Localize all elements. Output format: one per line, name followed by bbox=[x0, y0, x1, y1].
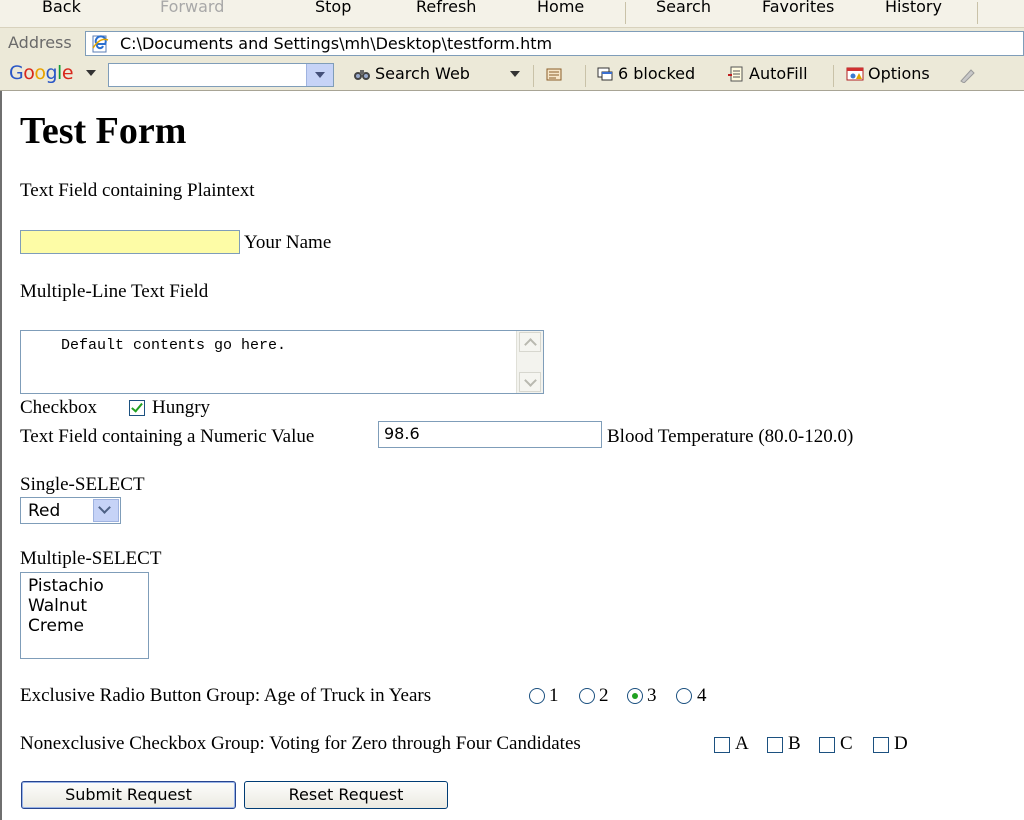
toolbar-separator bbox=[977, 2, 978, 24]
popup-blocker-icon bbox=[597, 67, 613, 81]
flavor-multi-select[interactable]: Pistachio Walnut Creme bbox=[20, 572, 149, 659]
pencil-icon bbox=[960, 69, 975, 83]
toolbar-separator bbox=[585, 65, 586, 87]
reset-button[interactable]: Reset Request bbox=[244, 781, 448, 809]
ie-page-icon bbox=[92, 35, 109, 53]
page-content: Test Form Text Field containing Plaintex… bbox=[0, 91, 1024, 820]
highlighter-button[interactable] bbox=[958, 65, 980, 84]
home-button[interactable]: Home bbox=[537, 0, 584, 16]
radio-label: 3 bbox=[647, 685, 657, 706]
radio-age-3[interactable] bbox=[627, 688, 643, 704]
stop-button[interactable]: Stop bbox=[315, 0, 351, 16]
multi-select-option[interactable]: Pistachio bbox=[28, 576, 104, 596]
checkbox-group-section-label: Nonexclusive Checkbox Group: Voting for … bbox=[20, 733, 581, 754]
toolbar-separator bbox=[533, 65, 534, 87]
history-button[interactable]: History bbox=[885, 0, 942, 16]
temperature-input[interactable]: 98.6 bbox=[378, 421, 602, 448]
radio-label: 4 bbox=[697, 685, 707, 706]
temperature-label: Blood Temperature (80.0-120.0) bbox=[607, 426, 854, 447]
candidate-label: C bbox=[840, 733, 853, 754]
news-icon bbox=[546, 68, 562, 81]
plaintext-section-label: Text Field containing Plaintext bbox=[20, 180, 255, 201]
toolbar-separator bbox=[833, 65, 834, 87]
radio-age-1[interactable] bbox=[529, 688, 545, 704]
address-url: C:\Documents and Settings\mh\Desktop\tes… bbox=[120, 34, 553, 53]
chevron-down-icon[interactable] bbox=[86, 70, 96, 76]
candidate-label: B bbox=[788, 733, 801, 754]
color-select-value: Red bbox=[28, 501, 61, 521]
popup-blocker-button[interactable]: 6 blocked bbox=[596, 64, 695, 83]
search-web-label: Search Web bbox=[375, 64, 470, 83]
textarea-scrollbar[interactable] bbox=[516, 331, 543, 393]
navigation-toolbar: Back Forward Stop Refresh Home Search Fa… bbox=[0, 0, 1024, 28]
autofill-button[interactable]: AutoFill bbox=[727, 64, 808, 83]
search-button[interactable]: Search bbox=[656, 0, 711, 16]
submit-button[interactable]: Submit Request bbox=[21, 781, 236, 809]
options-button[interactable]: Options bbox=[846, 64, 930, 83]
numeric-section-label: Text Field containing a Numeric Value bbox=[20, 426, 315, 447]
autofill-icon bbox=[728, 66, 743, 82]
single-select-section-label: Single-SELECT bbox=[20, 474, 145, 495]
scroll-up-button[interactable] bbox=[519, 332, 541, 352]
options-label: Options bbox=[868, 64, 930, 83]
candidate-label: A bbox=[735, 733, 749, 754]
temperature-value: 98.6 bbox=[384, 424, 420, 443]
hungry-label: Hungry bbox=[152, 397, 211, 418]
page-title: Test Form bbox=[20, 110, 187, 152]
radio-age-4[interactable] bbox=[676, 688, 692, 704]
candidate-label: D bbox=[894, 733, 908, 754]
multiline-section-label: Multiple-Line Text Field bbox=[20, 281, 209, 302]
multiline-textarea[interactable]: Default contents go here. bbox=[20, 330, 544, 394]
google-search-input[interactable] bbox=[108, 63, 334, 87]
binoculars-icon bbox=[354, 70, 370, 80]
forward-button[interactable]: Forward bbox=[160, 0, 224, 16]
hungry-checkbox[interactable] bbox=[129, 400, 145, 416]
popups-blocked-label: 6 blocked bbox=[618, 64, 696, 83]
toolbar-separator bbox=[625, 2, 626, 24]
name-field-label: Your Name bbox=[244, 232, 332, 253]
checkbox-section-label: Checkbox bbox=[20, 397, 98, 418]
address-input[interactable]: C:\Documents and Settings\mh\Desktop\tes… bbox=[85, 31, 1024, 56]
chevron-down-icon[interactable] bbox=[510, 71, 520, 77]
google-toolbar: Google Search Web 6 blocked AutoFill Opt… bbox=[0, 60, 1024, 91]
candidate-d-checkbox[interactable] bbox=[873, 737, 889, 753]
scroll-down-button[interactable] bbox=[519, 372, 541, 392]
news-button[interactable] bbox=[545, 64, 567, 83]
candidate-c-checkbox[interactable] bbox=[819, 737, 835, 753]
refresh-button[interactable]: Refresh bbox=[416, 0, 476, 16]
google-logo[interactable]: Google bbox=[9, 62, 74, 84]
multi-select-section-label: Multiple-SELECT bbox=[20, 548, 162, 569]
name-input[interactable] bbox=[20, 230, 240, 254]
textarea-value: Default contents go here. bbox=[61, 337, 287, 354]
multi-select-option[interactable]: Walnut bbox=[28, 596, 87, 616]
address-label: Address bbox=[8, 33, 72, 52]
candidate-a-checkbox[interactable] bbox=[714, 737, 730, 753]
radio-age-2[interactable] bbox=[579, 688, 595, 704]
multi-select-option[interactable]: Creme bbox=[28, 616, 84, 636]
favorites-button[interactable]: Favorites bbox=[762, 0, 834, 16]
search-web-button[interactable]: Search Web bbox=[353, 64, 470, 83]
address-bar: Address C:\Documents and Settings\mh\Des… bbox=[0, 28, 1024, 60]
color-select[interactable]: Red bbox=[20, 497, 121, 524]
back-button[interactable]: Back bbox=[42, 0, 81, 16]
options-icon bbox=[846, 67, 864, 81]
chevron-down-icon[interactable] bbox=[93, 499, 119, 522]
search-history-dropdown[interactable] bbox=[306, 64, 333, 86]
candidate-b-checkbox[interactable] bbox=[767, 737, 783, 753]
autofill-label: AutoFill bbox=[749, 64, 808, 83]
radio-section-label: Exclusive Radio Button Group: Age of Tru… bbox=[20, 685, 432, 706]
radio-label: 2 bbox=[599, 685, 609, 706]
radio-label: 1 bbox=[549, 685, 559, 706]
